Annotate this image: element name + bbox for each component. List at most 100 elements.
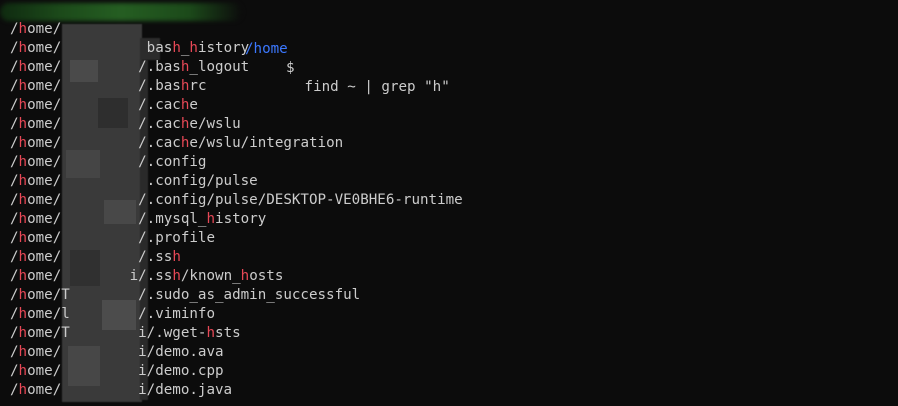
output-text: ome/ [27, 211, 62, 227]
output-line: /home/T /.sudo_as_admin_successful [10, 286, 463, 305]
match-highlight: h [18, 211, 28, 227]
match-highlight: h [18, 363, 28, 379]
output-text: ome/ [27, 116, 62, 132]
output-text: /.cac [61, 135, 181, 151]
output-text: / [10, 21, 19, 37]
output-text: ome/ [27, 97, 62, 113]
output-text: /.cac [61, 97, 181, 113]
output-text: rc [189, 78, 207, 94]
match-highlight: h [240, 268, 250, 284]
output-line: /home/ /.cache/wslu/integration [10, 134, 463, 153]
output-text: ome/ [27, 363, 62, 379]
match-highlight: h [18, 59, 28, 75]
output-text: / [10, 173, 19, 189]
match-highlight: h [172, 268, 181, 284]
output-text: ome/ [27, 249, 62, 265]
match-highlight: h [18, 40, 28, 56]
output-line: /home/ i/demo.java [10, 381, 463, 400]
output-text: ome/ [27, 192, 62, 208]
output-text: ome/ [27, 40, 62, 56]
output-line: /home/ bash_history [10, 39, 463, 58]
output-text: / [10, 249, 19, 265]
terminal-window[interactable]: /home $ find ~ | grep "h" /home//home/ b… [0, 0, 898, 406]
output-text: i/demo.java [61, 382, 233, 398]
output-text: ome/T [27, 287, 70, 303]
output-text: ome/ [27, 135, 62, 151]
output-text: / [10, 211, 19, 227]
output-line: /home/ /.config/pulse/DESKTOP-VE0BHE6-ru… [10, 191, 463, 210]
match-highlight: h [18, 287, 28, 303]
match-highlight: h [206, 211, 216, 227]
output-text: i/demo.cpp [61, 363, 224, 379]
match-highlight: h [172, 40, 181, 56]
output-text: / [10, 344, 19, 360]
output-text: / [10, 382, 19, 398]
output-line: /home/ /.ssh [10, 248, 463, 267]
output-text: / [10, 116, 19, 132]
output-text: e/wslu [189, 116, 241, 132]
output-text: /.bas [61, 78, 181, 94]
output-text: ome/ [27, 21, 62, 37]
match-highlight: h [18, 154, 28, 170]
output-line: /home/ /.config [10, 153, 463, 172]
match-highlight: h [18, 116, 28, 132]
match-highlight: h [18, 192, 28, 208]
match-highlight: h [18, 78, 28, 94]
output-text: / [10, 306, 19, 322]
output-text: i/.ss [61, 268, 173, 284]
output-text: /.mysql_ [61, 211, 207, 227]
output-text: .config/pulse [61, 173, 258, 189]
output-text: i/.wget- [69, 325, 207, 341]
output-text: _logout [189, 59, 250, 75]
output-line: /home/ i/demo.ava [10, 343, 463, 362]
output-text: /.bas [61, 59, 181, 75]
output-text: istory [215, 211, 267, 227]
output-text: i/demo.ava [61, 344, 224, 360]
output-text: e/wslu/integration [189, 135, 344, 151]
output-text: / [10, 287, 19, 303]
output-line: /home/ /.bash_logout [10, 58, 463, 77]
output-text: / [10, 154, 19, 170]
output-text: ome/ [27, 78, 62, 94]
match-highlight: h [189, 40, 198, 56]
output-text: ome/ [27, 344, 62, 360]
output-line: /home/ /.cache [10, 96, 463, 115]
output-text: / [10, 40, 19, 56]
match-highlight: h [18, 173, 28, 189]
output-text: /.config [61, 154, 207, 170]
match-highlight: h [18, 382, 28, 398]
output-line: /home/ /.profile [10, 229, 463, 248]
match-highlight: h [18, 249, 28, 265]
output-line: /home/l /.viminfo [10, 305, 463, 324]
match-highlight: h [18, 306, 28, 322]
output-text: /.viminfo [69, 306, 216, 322]
prompt-line: /home $ find ~ | grep "h" [0, 2, 450, 95]
output-text: osts [249, 268, 284, 284]
output-text: /.sudo_as_admin_successful [69, 287, 361, 303]
output-text: ome/ [27, 173, 62, 189]
output-line: /home/ .config/pulse [10, 172, 463, 191]
output-text: istory [197, 40, 250, 56]
output-text: ome/ [27, 230, 62, 246]
match-highlight: h [172, 249, 181, 265]
output-text: /.ss [61, 249, 173, 265]
match-highlight: h [18, 21, 28, 37]
output-line: /home/ /.mysql_history [10, 210, 463, 229]
output-line: /home/ i/.ssh/known_hosts [10, 267, 463, 286]
output-text: ome/ [27, 154, 62, 170]
match-highlight: h [18, 230, 28, 246]
output-text: /.config/pulse/DESKTOP-VE0BHE6-runtime [61, 192, 463, 208]
output-text: sts [215, 325, 241, 341]
output-text: e [189, 97, 198, 113]
output-line: /home/ /.bashrc [10, 77, 463, 96]
output-line: /home/ [10, 20, 463, 39]
output-line: /home/ /.cache/wslu [10, 115, 463, 134]
output-line: /home/ i/demo.cpp [10, 362, 463, 381]
output-text: / [10, 363, 19, 379]
output-text: / [10, 97, 19, 113]
output-text: / [10, 78, 19, 94]
match-highlight: h [18, 325, 28, 341]
output-text: / [10, 268, 19, 284]
output-text: / [10, 59, 19, 75]
output-text: ome/T [27, 325, 70, 341]
